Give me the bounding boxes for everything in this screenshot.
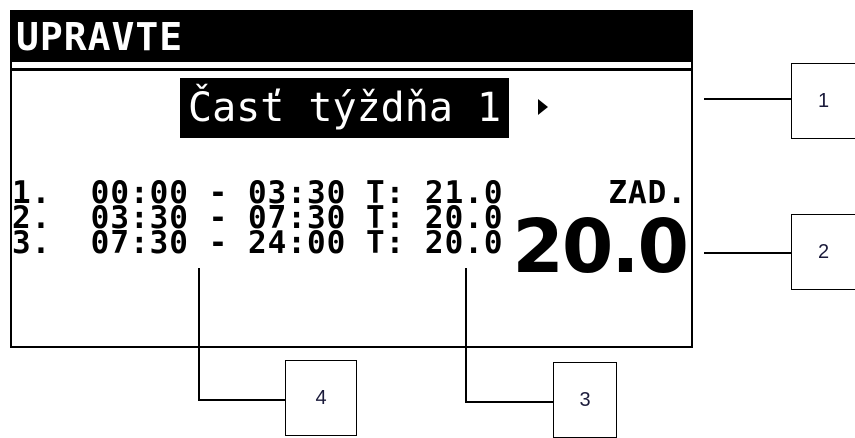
callout-2: 2 — [791, 214, 855, 290]
callout-4-leader-horizontal — [198, 399, 286, 401]
callout-2-leader — [704, 252, 792, 254]
screen-title: UPRAVTE — [16, 15, 184, 59]
thermostat-display: UPRAVTE Časť týždňa 1 1. 00:00 - 03:30 T… — [10, 10, 693, 348]
callout-1-leader — [704, 98, 792, 100]
title-divider — [12, 68, 691, 71]
title-bar: UPRAVTE — [12, 12, 691, 62]
callout-3-leader-horizontal — [465, 401, 554, 403]
callout-1: 1 — [791, 63, 855, 139]
callout-4: 4 — [285, 360, 357, 436]
week-part-selector[interactable]: Časť týždňa 1 — [180, 78, 510, 138]
setpoint-value: 20.0 — [512, 204, 689, 290]
callout-3-leader-vertical — [465, 268, 467, 402]
callout-3: 3 — [553, 362, 617, 438]
schedule-row[interactable]: 3. 07:30 - 24:00 T: 20.0 — [12, 228, 504, 259]
callout-4-leader-vertical — [198, 268, 200, 400]
arrow-right-icon[interactable] — [538, 99, 548, 115]
